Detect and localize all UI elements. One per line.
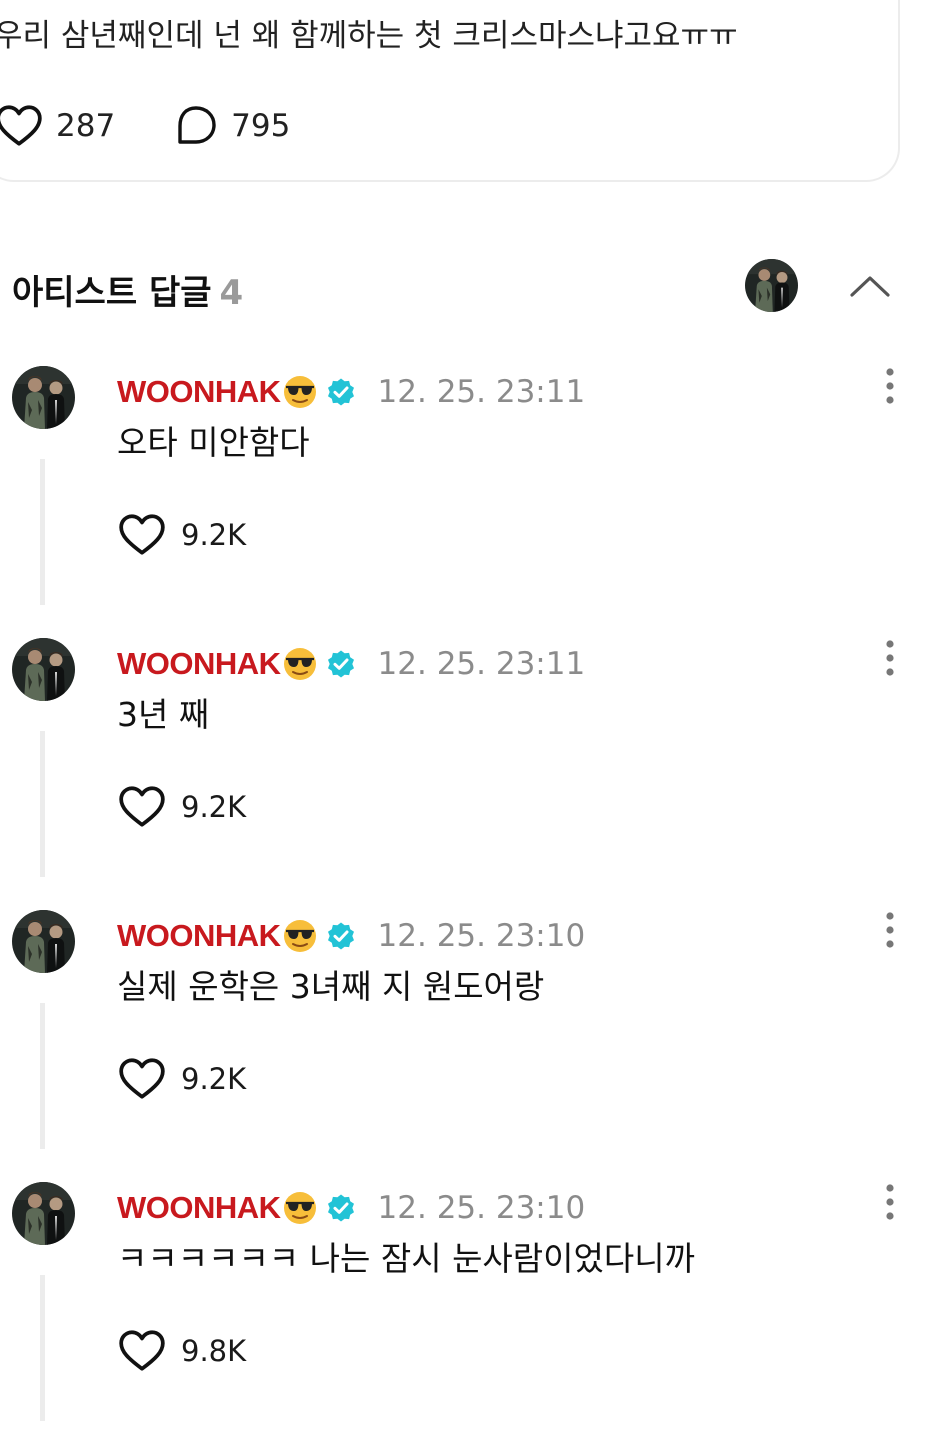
reply-item: WOONHAK 12. 25. 23:11 3년 째 9.2K [0,634,944,906]
reply-avatar[interactable] [12,366,75,429]
comment-bubble-icon [178,106,216,144]
heart-icon [117,1054,167,1104]
reply-item: WOONHAK 12. 25. 23:11 오타 미안함다 9.2K [0,362,944,634]
more-options-icon[interactable] [872,910,908,950]
collapse-button[interactable] [846,269,894,303]
reply-text: 3년 째 [117,695,210,734]
reply-author-name[interactable]: WOONHAK [117,374,281,410]
reply-timestamp: 12. 25. 23:10 [377,918,586,954]
reply-like-count: 9.2K [181,518,247,552]
post-like-count: 287 [56,108,116,144]
reply-like-count: 9.8K [181,1334,247,1368]
verified-badge-icon [326,649,356,679]
more-options-icon[interactable] [872,638,908,678]
heart-icon [117,782,167,832]
verified-badge-icon [326,921,356,951]
reply-like-button[interactable]: 9.8K [117,1326,246,1376]
sunglasses-emoji-icon [282,918,318,954]
reply-avatar[interactable] [12,910,75,973]
reply-avatar[interactable] [12,1182,75,1245]
chevron-up-icon [850,276,890,297]
reply-author-name[interactable]: WOONHAK [117,646,281,682]
reply-avatar-image [12,366,75,429]
reply-like-count: 9.2K [181,1062,247,1096]
reply-avatar-image [12,910,75,973]
post-like-button[interactable]: 287 [0,101,115,151]
thread-line [40,1003,45,1149]
reply-item: WOONHAK 12. 25. 23:10 실제 운학은 3녀째 지 원도어랑 … [0,906,944,1178]
reply-meta: WOONHAK 12. 25. 23:10 [117,1186,585,1230]
reply-timestamp: 12. 25. 23:11 [377,646,586,682]
verified-badge-icon [326,377,356,407]
post-comment-button[interactable]: 795 [173,103,290,149]
artist-avatar[interactable] [745,259,798,312]
sunglasses-emoji-icon [282,1190,318,1226]
reply-timestamp: 12. 25. 23:11 [377,374,586,410]
sunglasses-emoji-icon [282,646,318,682]
thread-line [40,459,45,605]
post-stats: 287 795 [0,100,348,152]
more-options-icon[interactable] [872,366,908,406]
post-comment-count: 795 [231,108,291,144]
reply-avatar-image [12,638,75,701]
thread-line [40,1275,45,1421]
reply-text: ㅋㅋㅋㅋㅋㅋ 나는 잠시 눈사람이었다니까 [117,1239,695,1278]
reply-item: WOONHAK 12. 25. 23:10 ㅋㅋㅋㅋㅋㅋ 나는 잠시 눈사람이었… [0,1178,944,1450]
verified-badge-icon [326,1193,356,1223]
reply-author-name[interactable]: WOONHAK [117,918,281,954]
sunglasses-emoji-icon [282,374,318,410]
more-options-icon[interactable] [872,1182,908,1222]
heart-icon [0,101,44,151]
artist-avatar-image [745,259,798,312]
reply-like-button[interactable]: 9.2K [117,782,246,832]
reply-avatar[interactable] [12,638,75,701]
post-card: 우리 삼년째인데 넌 왜 함께하는 첫 크리스마스냐고요ㅠㅠ 287 795 [0,0,900,182]
reply-like-count: 9.2K [181,790,247,824]
reply-text: 오타 미안함다 [117,423,310,462]
reply-text: 실제 운학은 3녀째 지 원도어랑 [117,967,545,1006]
reply-meta: WOONHAK 12. 25. 23:11 [117,370,585,414]
reply-author-name[interactable]: WOONHAK [117,1190,281,1226]
reply-like-button[interactable]: 9.2K [117,510,246,560]
reply-timestamp: 12. 25. 23:10 [377,1190,586,1226]
artist-replies-count: 4 [219,273,244,313]
reply-like-button[interactable]: 9.2K [117,1054,246,1104]
heart-icon [117,1326,167,1376]
artist-replies-header: 아티스트 답글 4 [0,255,944,317]
reply-meta: WOONHAK 12. 25. 23:11 [117,642,585,686]
artist-replies-title: 아티스트 답글 4 [12,265,243,314]
heart-icon [117,510,167,560]
thread-line [40,731,45,877]
reply-meta: WOONHAK 12. 25. 23:10 [117,914,585,958]
post-text: 우리 삼년째인데 넌 왜 함께하는 첫 크리스마스냐고요ㅠㅠ [0,18,738,54]
artist-replies-label: 아티스트 답글 [12,273,212,313]
reply-avatar-image [12,1182,75,1245]
